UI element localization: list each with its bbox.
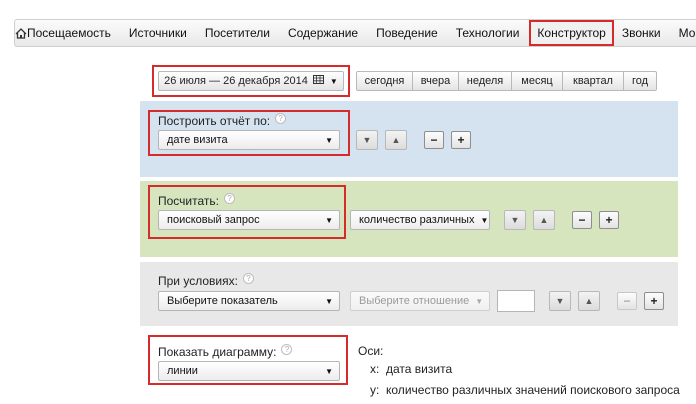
build-report-label: Построить отчёт по:?	[158, 113, 287, 128]
axis-y-prefix: y:	[370, 383, 380, 397]
nav-item-sources[interactable]: Источники	[129, 26, 187, 40]
period-yesterday-button[interactable]: вчера	[412, 71, 459, 91]
condition-relation-value: Выберите отношение	[359, 295, 470, 307]
move-down-button[interactable]: ▼	[356, 130, 378, 150]
triangle-up-icon: ▲	[539, 215, 549, 225]
nav-item-more[interactable]: Мо	[679, 26, 696, 40]
chevron-down-icon: ▼	[325, 135, 333, 145]
help-icon[interactable]: ?	[275, 113, 287, 124]
condition-value-input[interactable]	[497, 290, 535, 312]
add-condition-button[interactable]: +	[644, 292, 664, 310]
move-up-button[interactable]: ▲	[533, 210, 555, 230]
diagram-type-select[interactable]: линии ▼	[158, 361, 340, 381]
period-buttons: сегодня вчера неделя месяц квартал год	[356, 71, 657, 91]
help-icon[interactable]: ?	[281, 344, 293, 355]
date-range-value: 26 июля — 26 декабря 2014	[164, 75, 308, 87]
calculate-metric-value: количество различных	[359, 214, 475, 226]
period-month-button[interactable]: месяц	[511, 71, 563, 91]
nav-item-calls[interactable]: Звонки	[622, 26, 661, 40]
triangle-down-icon: ▼	[555, 296, 565, 306]
triangle-down-icon: ▼	[362, 135, 372, 145]
period-quarter-button[interactable]: квартал	[562, 71, 624, 91]
nav-item-behavior[interactable]: Поведение	[376, 26, 438, 40]
diagram-label: Показать диаграмму:?	[158, 344, 293, 359]
chevron-down-icon: ▼	[325, 366, 333, 376]
triangle-up-icon: ▲	[391, 135, 401, 145]
date-range-button[interactable]: 26 июля — 26 декабря 2014 ▼	[158, 71, 344, 91]
condition-relation-select[interactable]: Выберите отношение ▼	[350, 291, 490, 311]
move-down-button[interactable]: ▼	[504, 210, 526, 230]
period-week-button[interactable]: неделя	[458, 71, 512, 91]
help-icon[interactable]: ?	[223, 193, 235, 204]
calculate-metric-select[interactable]: количество различных ▼	[350, 210, 490, 230]
axis-y: y: количество различных значений поисков…	[370, 383, 680, 397]
remove-metric-button[interactable]: −	[572, 211, 592, 229]
add-metric-button[interactable]: +	[599, 211, 619, 229]
nav-item-visitors[interactable]: Посетители	[205, 26, 270, 40]
home-icon[interactable]	[15, 20, 27, 46]
axis-x-value: дата визита	[386, 362, 453, 376]
chevron-down-icon: ▼	[329, 76, 338, 86]
triangle-down-icon: ▼	[510, 215, 520, 225]
build-report-select-value: дате визита	[167, 134, 228, 146]
triangle-up-icon: ▲	[584, 296, 594, 306]
axis-x-prefix: x:	[370, 362, 380, 376]
remove-condition-button[interactable]: −	[617, 292, 637, 310]
nav-item-attendance[interactable]: Посещаемость	[27, 26, 111, 40]
move-up-button[interactable]: ▲	[385, 130, 407, 150]
calculate-label: Посчитать:?	[158, 193, 235, 208]
move-down-button[interactable]: ▼	[549, 291, 571, 311]
nav-item-content[interactable]: Содержание	[288, 26, 358, 40]
conditions-label: При условиях:?	[158, 273, 254, 288]
build-report-select[interactable]: дате визита ▼	[158, 130, 340, 150]
top-navigation: Посещаемость Источники Посетители Содерж…	[14, 19, 696, 47]
calculate-select[interactable]: поисковый запрос ▼	[158, 210, 340, 230]
condition-indicator-select[interactable]: Выберите показатель ▼	[158, 291, 340, 311]
calendar-icon	[312, 75, 324, 87]
axes-label: Оси:	[358, 344, 384, 358]
axis-x: x: дата визита	[370, 362, 452, 376]
add-grouping-button[interactable]: +	[451, 131, 471, 149]
nav-item-technologies[interactable]: Технологии	[456, 26, 520, 40]
help-icon[interactable]: ?	[242, 273, 254, 284]
chevron-down-icon: ▼	[325, 296, 333, 306]
diagram-type-value: линии	[167, 365, 198, 377]
chevron-down-icon: ▼	[325, 215, 333, 225]
remove-grouping-button[interactable]: −	[424, 131, 444, 149]
nav-item-constructor[interactable]: Конструктор	[529, 20, 614, 46]
move-up-button[interactable]: ▲	[578, 291, 600, 311]
chevron-down-icon: ▼	[480, 215, 489, 225]
period-today-button[interactable]: сегодня	[356, 71, 413, 91]
chevron-down-icon: ▼	[475, 296, 484, 306]
period-year-button[interactable]: год	[623, 71, 657, 91]
condition-indicator-value: Выберите показатель	[167, 295, 278, 307]
calculate-select-value: поисковый запрос	[167, 214, 260, 226]
axis-y-value: количество различных значений поискового…	[386, 383, 680, 397]
